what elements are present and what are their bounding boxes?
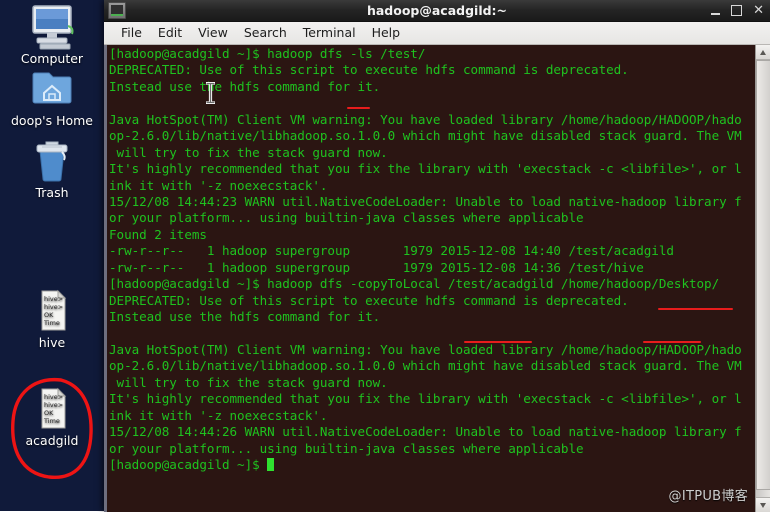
terminal-line: ink it with '-z noexecstack'. xyxy=(109,407,328,423)
home-folder-icon xyxy=(0,66,104,112)
terminal-text: [hadoop@acadgild ~]$ hadoop dfs -ls /tes… xyxy=(109,46,753,473)
terminal-icon xyxy=(108,2,126,19)
desktop-icon-home[interactable]: doop's Home xyxy=(0,66,104,128)
trash-icon xyxy=(0,138,104,184)
terminal-line: op-2.6.0/lib/native/libhadoop.so.1.0.0 w… xyxy=(109,128,742,144)
terminal-line: will try to fix the stack guard now. xyxy=(109,144,388,160)
terminal-line: Java HotSpot(TM) Client VM warning: You … xyxy=(109,341,742,357)
text-file-icon: hive> hive> OK Time xyxy=(0,386,104,432)
desktop-icon-label: doop's Home xyxy=(10,113,93,128)
terminal-left-edge xyxy=(104,45,107,512)
desktop-icon-trash[interactable]: Trash xyxy=(0,138,104,200)
terminal-line: It's highly recommended that you fix the… xyxy=(109,161,742,177)
terminal-line: or your platform... using builtin-java c… xyxy=(109,210,584,226)
terminal-line: or your platform... using builtin-java c… xyxy=(109,440,584,456)
menu-item-terminal[interactable]: Terminal xyxy=(295,23,364,43)
svg-text:Time: Time xyxy=(43,417,60,425)
menu-item-file[interactable]: File xyxy=(113,23,150,43)
menu-item-search[interactable]: Search xyxy=(236,23,295,43)
terminal-line: 15/12/08 14:44:23 WARN util.NativeCodeLo… xyxy=(109,193,742,209)
menu-item-view[interactable]: View xyxy=(190,23,236,43)
scroll-up-arrow-icon[interactable] xyxy=(756,45,770,60)
svg-text:hive>: hive> xyxy=(44,295,63,303)
text-file-icon: hive> hive> OK Time xyxy=(0,288,104,334)
terminal-output-area[interactable]: [hadoop@acadgild ~]$ hadoop dfs -ls /tes… xyxy=(104,45,770,512)
desktop-icon-hive-file[interactable]: hive> hive> OK Time hive xyxy=(0,288,104,350)
svg-text:hive>: hive> xyxy=(44,401,63,409)
svg-text:OK: OK xyxy=(44,311,54,319)
terminal-line: Java HotSpot(TM) Client VM warning: You … xyxy=(109,111,742,127)
desktop-icon-label: Computer xyxy=(20,51,84,66)
terminal-line: will try to fix the stack guard now. xyxy=(109,374,388,390)
desktop-icon-label: hive xyxy=(38,335,66,350)
terminal-line: ink it with '-z noexecstack'. xyxy=(109,177,328,193)
terminal-line: 15/12/08 14:44:26 WARN util.NativeCodeLo… xyxy=(109,424,742,440)
terminal-line: [hadoop@acadgild ~]$ hadoop dfs -ls /tes… xyxy=(109,46,426,61)
minimize-icon[interactable] xyxy=(711,6,721,16)
terminal-line: -rw-r--r-- 1 hadoop supergroup 1979 2015… xyxy=(109,259,644,275)
terminal-line: [hadoop@acadgild ~]$ xyxy=(109,457,753,473)
monitor-icon xyxy=(0,4,104,50)
desktop-icon-computer[interactable]: Computer xyxy=(0,4,104,66)
svg-text:OK: OK xyxy=(44,409,54,417)
terminal-window[interactable]: hadoop@acadgild:~ ✕ File Edit View Searc… xyxy=(104,0,770,512)
menu-item-help[interactable]: Help xyxy=(364,23,409,43)
maximize-icon[interactable] xyxy=(731,5,743,16)
svg-text:hive>: hive> xyxy=(44,303,63,311)
watermark: @ITPUB博客 xyxy=(668,489,748,504)
terminal-line: [hadoop@acadgild ~]$ hadoop dfs -copyToL… xyxy=(109,276,720,292)
terminal-line: It's highly recommended that you fix the… xyxy=(109,391,742,407)
block-cursor xyxy=(267,457,275,471)
terminal-scrollbar[interactable] xyxy=(755,45,770,512)
menu-bar[interactable]: File Edit View Search Terminal Help xyxy=(104,22,770,45)
terminal-line: op-2.6.0/lib/native/libhadoop.so.1.0.0 w… xyxy=(109,358,742,374)
close-icon[interactable]: ✕ xyxy=(753,4,764,17)
window-title: hadoop@acadgild:~ xyxy=(366,3,508,18)
window-controls: ✕ xyxy=(711,4,764,17)
menu-item-edit[interactable]: Edit xyxy=(150,23,190,43)
terminal-line: DEPRECATED: Use of this script to execut… xyxy=(109,62,629,78)
desktop-icon-column: Computer doop's Home Trash hive> hive> O… xyxy=(0,0,104,511)
desktop-icon-label: acadgild xyxy=(25,433,79,448)
svg-text:hive>: hive> xyxy=(44,393,63,401)
window-title-bar[interactable]: hadoop@acadgild:~ ✕ xyxy=(104,0,770,22)
terminal-line: -rw-r--r-- 1 hadoop supergroup 1979 2015… xyxy=(109,243,674,259)
desktop-background: Computer doop's Home Trash hive> hive> O… xyxy=(0,0,770,512)
desktop-icon-acadgild-file[interactable]: hive> hive> OK Time acadgild xyxy=(0,386,104,448)
scrollbar-thumb[interactable] xyxy=(756,60,770,490)
terminal-line: DEPRECATED: Use of this script to execut… xyxy=(109,292,629,308)
terminal-line: Found 2 items xyxy=(109,226,207,242)
scroll-down-arrow-icon[interactable] xyxy=(756,497,770,512)
svg-text:Time: Time xyxy=(43,319,60,327)
terminal-line: Instead use the hdfs command for it. xyxy=(109,309,381,324)
terminal-line: Instead use the hdfs command for it. xyxy=(109,78,381,94)
desktop-icon-label: Trash xyxy=(35,185,69,200)
